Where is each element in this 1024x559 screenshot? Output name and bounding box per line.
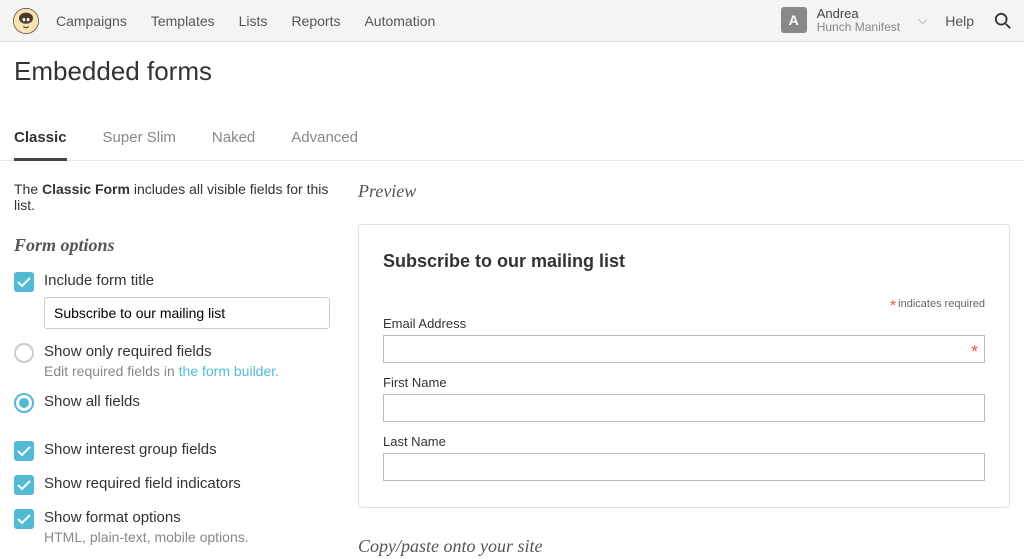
nav-campaigns[interactable]: Campaigns — [56, 9, 127, 33]
first-name-input[interactable] — [383, 394, 985, 422]
include-title-checkbox[interactable] — [14, 272, 34, 292]
interest-groups-label: Show interest group fields — [44, 441, 330, 458]
required-note: *indicates required — [890, 298, 985, 316]
format-options-checkbox[interactable] — [14, 509, 34, 529]
required-star-icon: * — [971, 342, 978, 363]
help-link[interactable]: Help — [945, 13, 974, 29]
last-name-label: Last Name — [383, 434, 985, 449]
account-org: Hunch Manifest — [817, 21, 900, 34]
top-nav: Campaigns Templates Lists Reports Automa… — [0, 0, 1024, 42]
tab-naked[interactable]: Naked — [212, 119, 255, 160]
required-only-sub: Edit required fields in the form builder… — [44, 363, 330, 379]
show-all-radio[interactable] — [14, 393, 34, 413]
include-title-label: Include form title — [44, 272, 330, 289]
options-heading: Form options — [14, 235, 330, 256]
form-builder-link[interactable]: the form builder — [179, 363, 276, 379]
mailchimp-logo[interactable] — [12, 7, 40, 35]
required-indicators-checkbox[interactable] — [14, 475, 34, 495]
form-tabs: Classic Super Slim Naked Advanced — [0, 119, 1024, 161]
nav-reports[interactable]: Reports — [291, 9, 340, 33]
avatar: A — [781, 7, 807, 33]
last-name-input[interactable] — [383, 453, 985, 481]
required-only-radio[interactable] — [14, 343, 34, 363]
nav-templates[interactable]: Templates — [151, 9, 215, 33]
tab-super-slim[interactable]: Super Slim — [103, 119, 176, 160]
account-switcher[interactable]: A Andrea Hunch Manifest ⌵ — [781, 7, 927, 34]
page-title: Embedded forms — [0, 42, 1024, 95]
interest-groups-checkbox[interactable] — [14, 441, 34, 461]
preview-card: Subscribe to our mailing list *indicates… — [358, 224, 1010, 508]
preview-form-title: Subscribe to our mailing list — [383, 251, 985, 272]
copy-heading: Copy/paste onto your site — [358, 536, 1010, 557]
search-icon[interactable] — [994, 12, 1012, 30]
chevron-down-icon: ⌵ — [918, 13, 927, 28]
tab-advanced[interactable]: Advanced — [291, 119, 358, 160]
format-options-label: Show format options — [44, 509, 330, 526]
nav-automation[interactable]: Automation — [364, 9, 435, 33]
email-input[interactable] — [383, 335, 985, 363]
format-options-sub: HTML, plain-text, mobile options. — [44, 529, 330, 545]
preview-heading: Preview — [358, 181, 1010, 202]
first-name-label: First Name — [383, 375, 985, 390]
tab-classic[interactable]: Classic — [14, 119, 67, 161]
email-label: Email Address — [383, 316, 985, 331]
form-description: The Classic Form includes all visible fi… — [14, 181, 330, 213]
form-title-input[interactable] — [44, 297, 330, 329]
required-indicators-label: Show required field indicators — [44, 475, 330, 492]
required-only-label: Show only required fields — [44, 343, 330, 360]
show-all-label: Show all fields — [44, 393, 330, 410]
account-name: Andrea — [817, 7, 900, 21]
nav-lists[interactable]: Lists — [239, 9, 268, 33]
